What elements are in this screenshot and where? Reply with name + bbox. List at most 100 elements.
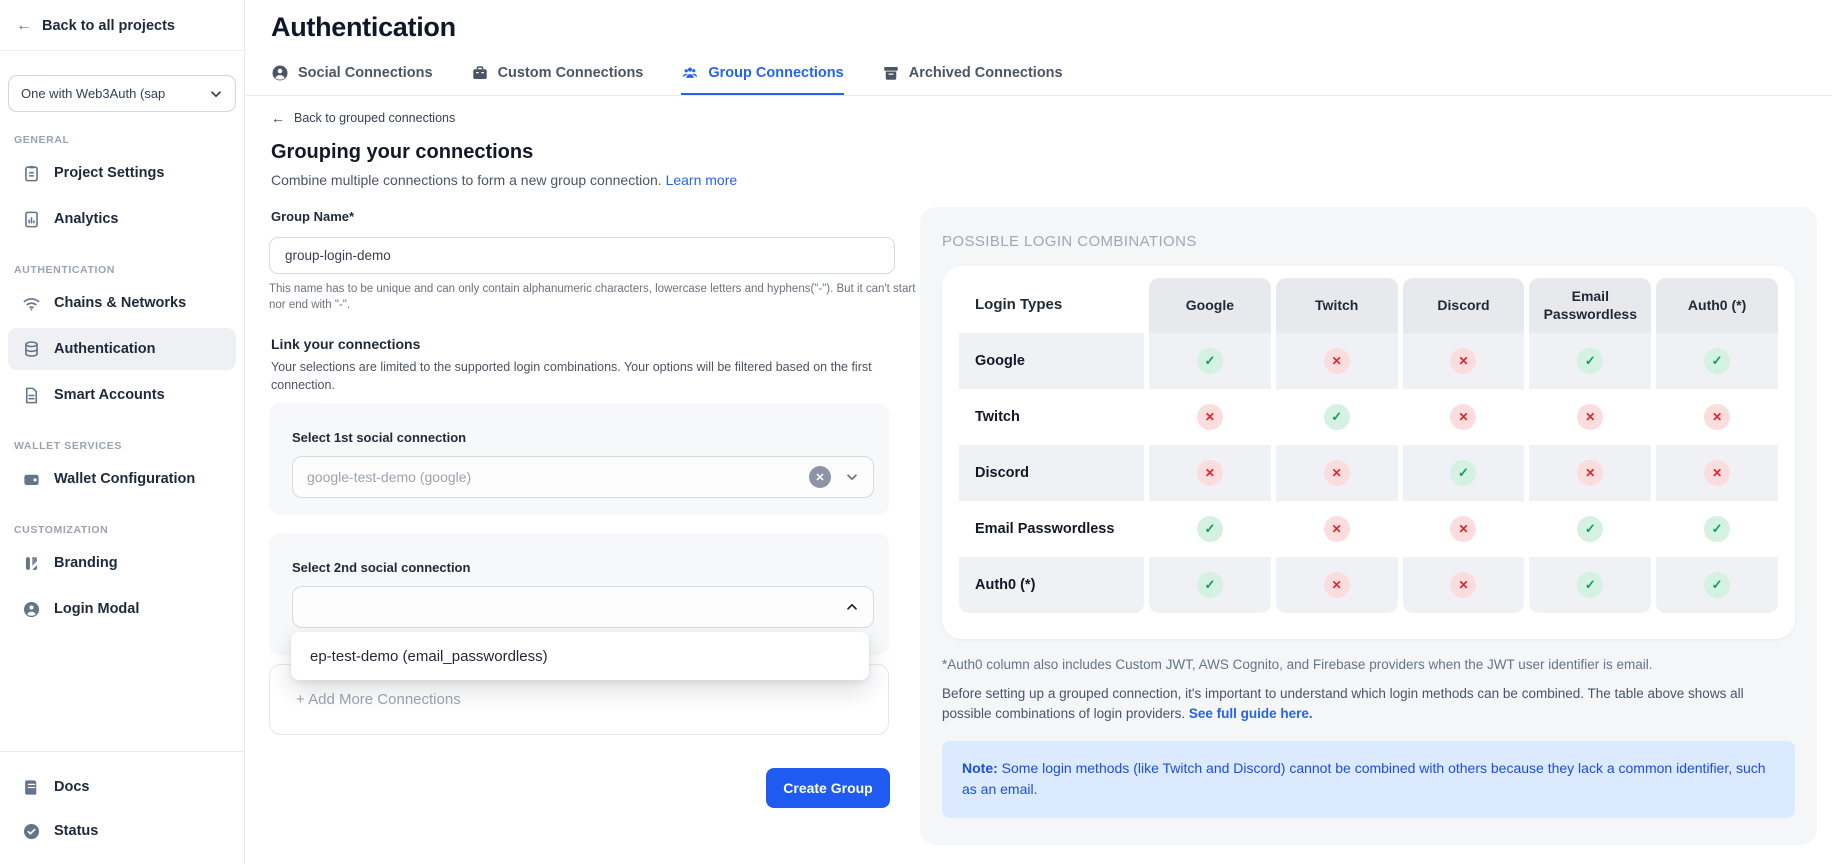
add-more-label: + Add More Connections: [296, 691, 461, 708]
combination-mark: ✕: [1704, 404, 1730, 430]
table-row: Auth0 (*) ✓ ✕ ✕ ✓ ✓: [959, 557, 1778, 613]
column-header-twitch: Twitch: [1276, 278, 1398, 333]
group-name-helper-text: This name has to be unique and can only …: [269, 282, 917, 313]
combination-mark: ✓: [1197, 572, 1223, 598]
column-header-google: Google: [1149, 278, 1271, 333]
page: ← Back to all projects One with Web3Auth…: [0, 0, 1840, 864]
sidebar-item-analytics[interactable]: Analytics: [8, 198, 236, 240]
create-group-button[interactable]: Create Group: [766, 768, 890, 808]
select-1st-connection-value: google-test-demo (google): [307, 469, 809, 485]
panel-title: POSSIBLE LOGIN COMBINATIONS: [942, 233, 1795, 250]
combinations-table: Login Types Google Twitch Discord Email …: [954, 278, 1783, 613]
tab-label: Group Connections: [708, 65, 843, 81]
table-row: Discord ✕ ✕ ✓ ✕ ✕: [959, 445, 1778, 501]
sidebar-item-label: Branding: [54, 555, 118, 571]
sidebar-item-label: Analytics: [54, 211, 118, 227]
combination-mark: ✕: [1197, 460, 1223, 486]
combinations-table-card: Login Types Google Twitch Discord Email …: [942, 266, 1795, 639]
select-2nd-connection-label: Select 2nd social connection: [292, 560, 470, 575]
back-link-label: Back to grouped connections: [294, 111, 455, 125]
combination-mark: ✕: [1197, 404, 1223, 430]
table-header-row: Login Types Google Twitch Discord Email …: [959, 278, 1778, 333]
select-1st-connection-dropdown[interactable]: google-test-demo (google) ✕: [292, 456, 874, 498]
combination-mark: ✕: [1577, 460, 1603, 486]
person-circle-icon: [271, 64, 289, 82]
sidebar-item-project-settings[interactable]: Project Settings: [8, 152, 236, 194]
combination-mark: ✓: [1197, 516, 1223, 542]
tab-label: Custom Connections: [498, 65, 644, 81]
status-check-circle-icon: [22, 822, 41, 841]
combination-mark: ✕: [1324, 460, 1350, 486]
combination-mark: ✓: [1450, 460, 1476, 486]
back-to-projects-label: Back to all projects: [42, 18, 175, 34]
sidebar-section-general: GENERAL: [0, 134, 244, 146]
sidebar-footer: Docs Status: [0, 751, 244, 864]
combination-mark: ✕: [1450, 348, 1476, 374]
tab-group-connections[interactable]: Group Connections: [681, 52, 843, 95]
sidebar-item-chains-networks[interactable]: Chains & Networks: [8, 282, 236, 324]
sidebar-item-branding[interactable]: Branding: [8, 542, 236, 584]
clear-selection-icon[interactable]: ✕: [809, 466, 831, 488]
sidebar-item-label: Wallet Configuration: [54, 471, 195, 487]
sidebar-item-status[interactable]: Status: [8, 810, 236, 852]
chevron-down-icon: [209, 87, 223, 101]
sidebar-item-label: Project Settings: [54, 165, 164, 181]
combination-mark: ✓: [1197, 348, 1223, 374]
back-to-grouped-connections-link[interactable]: ← Back to grouped connections: [271, 110, 455, 126]
combination-mark: ✕: [1450, 516, 1476, 542]
sidebar-item-login-modal[interactable]: Login Modal: [8, 588, 236, 630]
table-row: Email Passwordless ✓ ✕ ✕ ✓ ✓: [959, 501, 1778, 557]
tab-archived-connections[interactable]: Archived Connections: [882, 52, 1063, 95]
combinations-description: Before setting up a grouped connection, …: [942, 684, 1790, 725]
full-guide-link[interactable]: See full guide here.: [1189, 706, 1313, 721]
analytics-chart-icon: [22, 210, 41, 229]
sidebar-item-wallet-configuration[interactable]: Wallet Configuration: [8, 458, 236, 500]
back-to-projects-link[interactable]: ← Back to all projects: [0, 0, 244, 51]
row-label: Auth0 (*): [959, 557, 1144, 613]
combination-mark: ✕: [1324, 516, 1350, 542]
project-selector[interactable]: One with Web3Auth (sap: [8, 75, 236, 112]
user-circle-icon: [22, 600, 41, 619]
sidebar-item-smart-accounts[interactable]: Smart Accounts: [8, 374, 236, 416]
group-name-input[interactable]: [269, 237, 895, 274]
combination-mark: ✕: [1324, 572, 1350, 598]
group-name-label: Group Name*: [271, 209, 354, 224]
row-label: Discord: [959, 445, 1144, 501]
combination-mark: ✓: [1704, 516, 1730, 542]
select-2nd-connection-dropdown[interactable]: [292, 586, 874, 628]
learn-more-link[interactable]: Learn more: [666, 172, 738, 188]
tab-custom-connections[interactable]: Custom Connections: [471, 52, 644, 95]
docs-icon: [22, 778, 41, 797]
link-connections-title: Link your connections: [271, 336, 420, 352]
project-selector-value: One with Web3Auth (sap: [21, 86, 165, 101]
tab-bar: Social Connections Custom Connections Gr…: [246, 52, 1832, 96]
combination-mark: ✓: [1577, 572, 1603, 598]
sidebar-item-docs[interactable]: Docs: [8, 766, 236, 808]
combination-mark: ✓: [1704, 572, 1730, 598]
tab-label: Social Connections: [298, 65, 433, 81]
left-arrow-icon: ←: [16, 18, 32, 34]
column-header-email-passwordless: Email Passwordless: [1529, 278, 1651, 333]
chevron-down-icon[interactable]: [845, 470, 859, 484]
combination-mark: ✕: [1704, 460, 1730, 486]
combination-mark: ✓: [1577, 516, 1603, 542]
column-header-discord: Discord: [1403, 278, 1525, 333]
people-group-icon: [681, 64, 699, 82]
combination-mark: ✕: [1324, 348, 1350, 374]
chevron-up-icon[interactable]: [845, 600, 859, 614]
toolbox-icon: [471, 64, 489, 82]
plus-icon: +: [296, 691, 305, 708]
note-label: Note:: [962, 760, 998, 776]
column-header-login-types: Login Types: [959, 278, 1144, 333]
combination-mark: ✕: [1450, 404, 1476, 430]
left-arrow-icon: ←: [271, 110, 285, 126]
dropdown-option-ep-test-demo[interactable]: ep-test-demo (email_passwordless): [291, 632, 869, 680]
sidebar-item-label: Docs: [54, 779, 89, 795]
select-1st-connection-label: Select 1st social connection: [292, 430, 466, 445]
sidebar-item-label: Authentication: [54, 341, 156, 357]
sidebar-item-authentication[interactable]: Authentication: [8, 328, 236, 370]
row-label: Google: [959, 333, 1144, 389]
tab-social-connections[interactable]: Social Connections: [271, 52, 433, 95]
link-connections-description: Your selections are limited to the suppo…: [271, 358, 903, 394]
table-row: Twitch ✕ ✓ ✕ ✕ ✕: [959, 389, 1778, 445]
